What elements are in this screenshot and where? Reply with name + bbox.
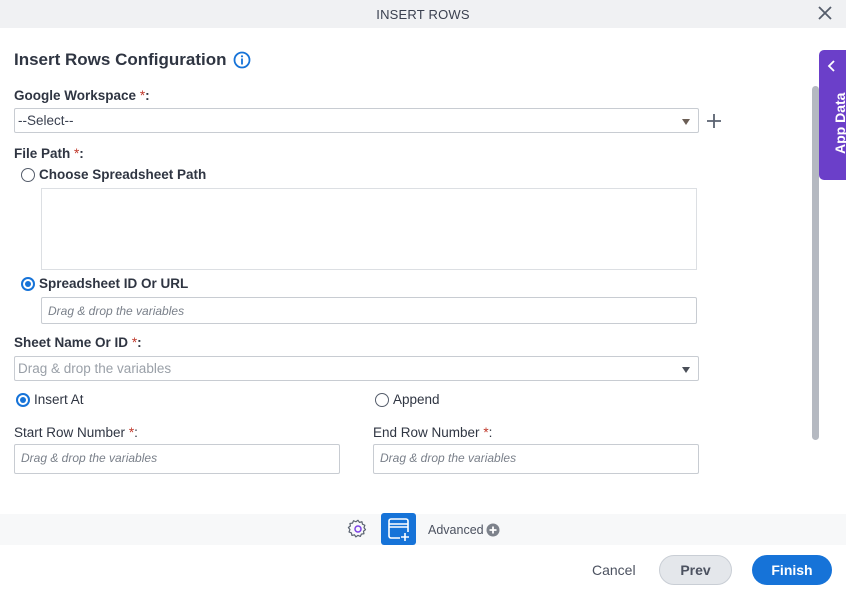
label-text: Google Workspace xyxy=(14,88,137,103)
info-icon[interactable] xyxy=(233,51,251,69)
gear-icon[interactable] xyxy=(347,518,369,540)
app-data-panel-tab[interactable]: App Data xyxy=(819,50,846,180)
input-placeholder: Drag & drop the variables xyxy=(380,451,517,465)
dropdown-caret-icon xyxy=(682,367,690,373)
radio-label: Choose Spreadsheet Path xyxy=(39,167,207,182)
radio-label: Spreadsheet ID Or URL xyxy=(39,276,189,291)
sheet-name-select[interactable]: Drag & drop the variables xyxy=(14,356,699,381)
radio-button[interactable] xyxy=(16,392,30,407)
chevron-left-icon xyxy=(827,60,835,72)
label-text: End Row Number xyxy=(373,425,480,440)
add-workspace-plus-icon[interactable] xyxy=(705,112,723,130)
label-colon: : xyxy=(134,425,138,440)
google-workspace-label: Google Workspace *: xyxy=(14,88,150,103)
input-placeholder: Drag & drop the variables xyxy=(21,451,158,465)
radio-button[interactable] xyxy=(21,167,35,182)
add-form-button[interactable] xyxy=(381,513,416,545)
prev-button[interactable]: Prev xyxy=(659,555,732,585)
label-colon: : xyxy=(488,425,493,440)
advanced-toggle[interactable]: Advanced xyxy=(428,523,484,537)
google-workspace-select[interactable]: --Select-- xyxy=(14,108,699,133)
input-placeholder: Drag & drop the variables xyxy=(48,304,185,318)
radio-choose-spreadsheet-path[interactable]: Choose Spreadsheet Path xyxy=(21,167,206,182)
finish-button[interactable]: Finish xyxy=(752,555,832,585)
label-colon: : xyxy=(145,88,150,103)
end-row-input[interactable]: Drag & drop the variables xyxy=(373,444,699,474)
radio-button[interactable] xyxy=(375,392,389,407)
content-scrollbar[interactable] xyxy=(812,86,819,440)
form-content: Insert Rows Configuration Google Workspa… xyxy=(0,28,810,514)
dialog-titlebar: INSERT ROWS xyxy=(0,0,846,28)
start-row-label: Start Row Number *: xyxy=(14,425,138,440)
close-icon[interactable] xyxy=(816,4,834,22)
dropdown-caret-icon xyxy=(682,119,690,125)
spreadsheet-path-box[interactable] xyxy=(41,188,697,270)
select-value: --Select-- xyxy=(18,113,74,128)
page-title: Insert Rows Configuration xyxy=(14,50,227,69)
plus-circle-icon[interactable] xyxy=(486,523,500,537)
form-add-icon xyxy=(388,518,410,542)
radio-spreadsheet-id-or-url[interactable]: Spreadsheet ID Or URL xyxy=(21,276,188,291)
label-text: Start Row Number xyxy=(14,425,126,440)
app-data-label: App Data xyxy=(832,92,846,154)
start-row-input[interactable]: Drag & drop the variables xyxy=(14,444,340,474)
end-row-label: End Row Number *: xyxy=(373,425,492,440)
select-placeholder: Drag & drop the variables xyxy=(18,361,172,376)
radio-label: Insert At xyxy=(34,392,84,407)
radio-insert-at[interactable]: Insert At xyxy=(16,392,84,407)
radio-label: Append xyxy=(393,392,440,407)
spreadsheet-id-input[interactable]: Drag & drop the variables xyxy=(41,297,697,324)
radio-append[interactable]: Append xyxy=(375,392,440,407)
bottom-toolbar xyxy=(0,514,846,545)
dialog-title: INSERT ROWS xyxy=(376,7,470,22)
sheet-name-label: Sheet Name Or ID *: xyxy=(14,335,142,350)
label-colon: : xyxy=(79,146,84,161)
cancel-button[interactable]: Cancel xyxy=(592,562,636,578)
label-text: File Path xyxy=(14,146,71,161)
radio-button[interactable] xyxy=(21,276,35,291)
label-text: Sheet Name Or ID xyxy=(14,335,129,350)
label-colon: : xyxy=(137,335,142,350)
file-path-label: File Path *: xyxy=(14,146,84,161)
